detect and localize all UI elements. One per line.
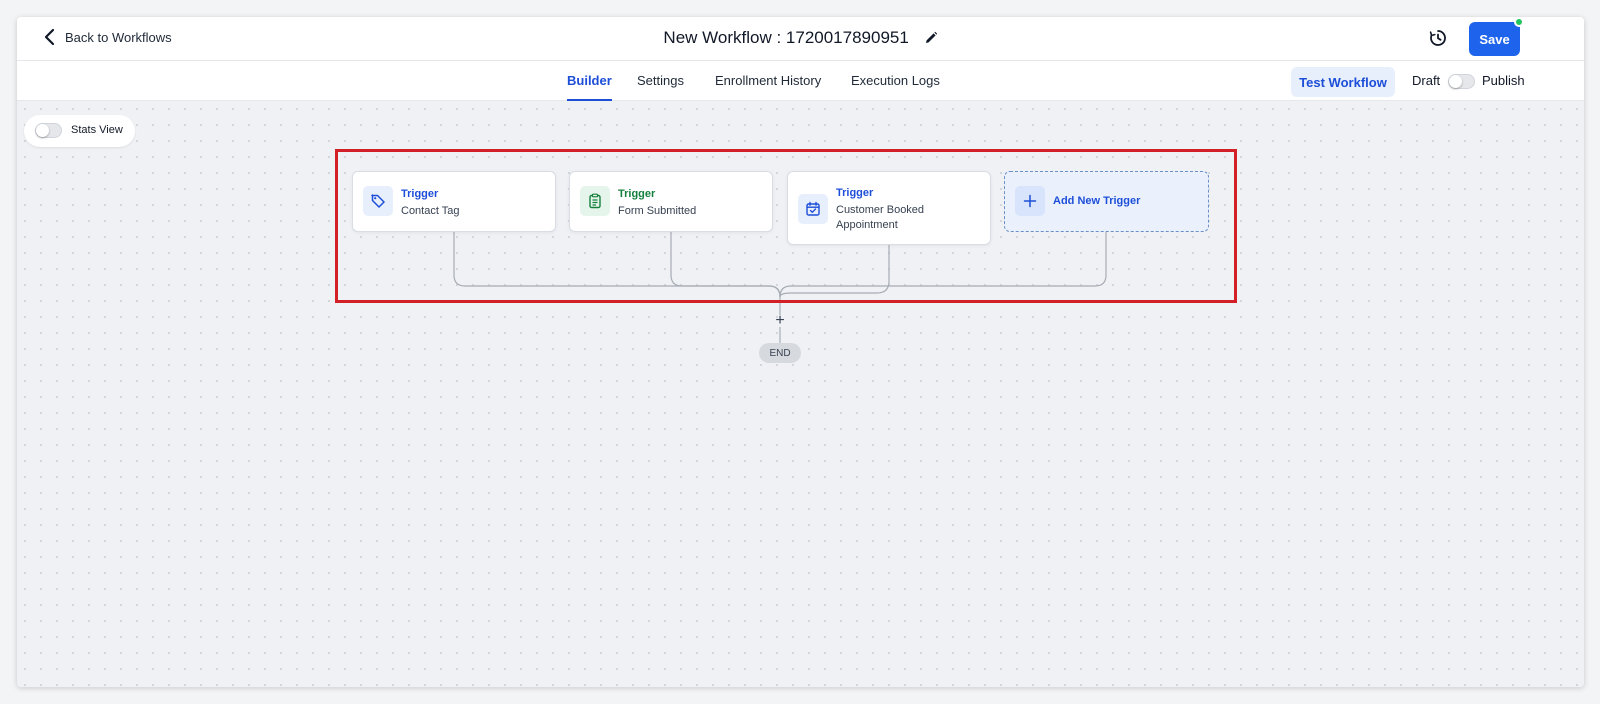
publish-label: Publish	[1482, 73, 1525, 88]
test-workflow-button[interactable]: Test Workflow	[1291, 67, 1395, 97]
tab-builder[interactable]: Builder	[567, 61, 612, 101]
trigger-icon-wrap	[798, 194, 828, 224]
stats-view-pill: Stats View	[24, 115, 135, 147]
workflow-canvas[interactable]: Stats View Trigger Contact Tag Trigger F…	[17, 101, 1584, 687]
trigger-name: Form Submitted	[618, 205, 697, 217]
trigger-kind: Trigger	[401, 188, 439, 200]
history-icon[interactable]	[1428, 28, 1448, 48]
draft-label: Draft	[1412, 73, 1441, 88]
trigger-icon-wrap	[580, 186, 610, 216]
plus-icon	[1023, 194, 1037, 208]
tab-bar: Builder Settings Enrollment History Exec…	[17, 61, 1584, 101]
add-action-plus-icon[interactable]: +	[774, 313, 786, 329]
toggle-knob	[36, 124, 49, 137]
add-icon-wrap	[1015, 186, 1045, 216]
workflow-title-area: New Workflow : 1720017890951	[17, 27, 1584, 48]
tab-settings[interactable]: Settings	[637, 61, 684, 101]
save-button[interactable]: Save	[1469, 22, 1520, 56]
calendar-check-icon	[806, 201, 820, 216]
top-bar: Back to Workflows New Workflow : 1720017…	[17, 17, 1584, 61]
stats-view-label: Stats View	[71, 124, 123, 136]
pencil-icon[interactable]	[924, 31, 938, 45]
add-new-trigger-label: Add New Trigger	[1053, 195, 1141, 207]
trigger-kind: Trigger	[618, 188, 656, 200]
add-new-trigger-button[interactable]: Add New Trigger	[1004, 171, 1209, 232]
toggle-knob	[1449, 75, 1462, 88]
trigger-kind: Trigger	[836, 187, 874, 199]
clipboard-icon	[589, 193, 601, 209]
tab-execution-logs[interactable]: Execution Logs	[851, 61, 940, 101]
app-window: Back to Workflows New Workflow : 1720017…	[17, 17, 1584, 687]
tag-icon	[371, 194, 385, 208]
trigger-icon-wrap	[363, 186, 393, 216]
trigger-name: Contact Tag	[401, 205, 460, 217]
publish-toggle[interactable]	[1448, 74, 1475, 89]
stats-view-toggle[interactable]	[35, 123, 62, 138]
workflow-title: New Workflow : 1720017890951	[663, 27, 909, 47]
end-node: END	[759, 343, 801, 363]
trigger-card-form-submitted[interactable]: Trigger Form Submitted	[569, 171, 773, 232]
trigger-card-customer-booked-appointment[interactable]: Trigger Customer Booked Appointment	[787, 171, 991, 245]
status-dot	[1514, 17, 1524, 27]
trigger-name: Customer Booked Appointment	[836, 204, 925, 231]
tab-enrollment-history[interactable]: Enrollment History	[715, 61, 821, 101]
trigger-card-contact-tag[interactable]: Trigger Contact Tag	[352, 171, 556, 232]
